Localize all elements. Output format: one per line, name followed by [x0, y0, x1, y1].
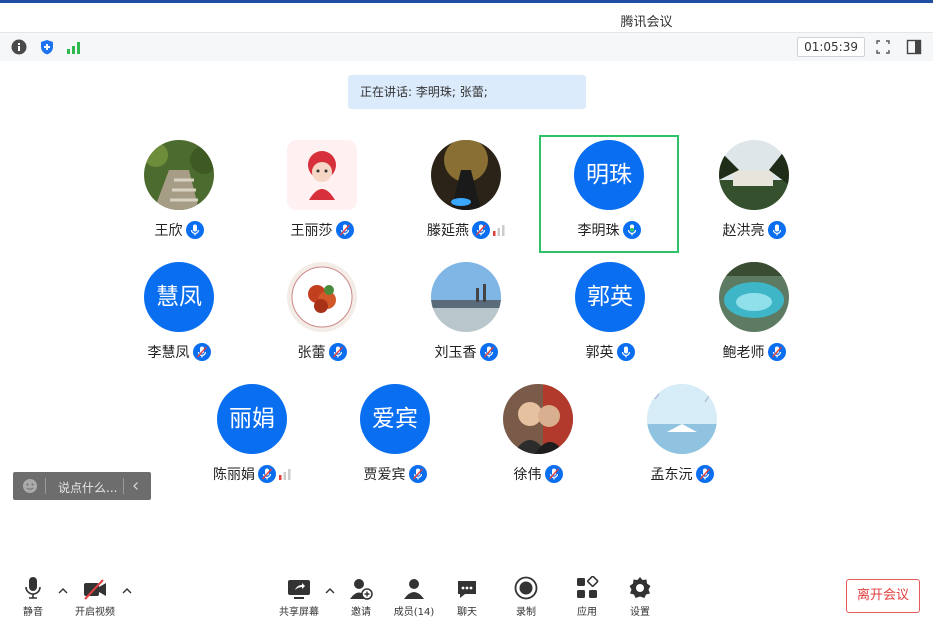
mic-speaking-icon[interactable]: [622, 221, 641, 239]
participant-name: 陈丽娟: [213, 467, 255, 483]
mic-muted-icon[interactable]: [695, 465, 714, 483]
participant-name: 徐伟: [513, 467, 542, 483]
apps-button[interactable]: 应用: [574, 576, 600, 618]
participant-tile[interactable]: 鲍老师: [684, 257, 824, 375]
mic-on-icon[interactable]: [616, 343, 635, 361]
start-video-button[interactable]: 开启视频: [72, 576, 118, 618]
mic-muted-icon[interactable]: [408, 465, 427, 483]
video-off-icon: [84, 579, 106, 600]
microphone-icon: [25, 577, 41, 599]
apps-icon: [577, 576, 599, 598]
info-icon[interactable]: [11, 39, 27, 55]
participant-tile[interactable]: 徐伟: [468, 379, 608, 497]
avatar: 郭英: [575, 262, 645, 332]
weak-signal-icon: [279, 469, 291, 480]
avatar: [144, 140, 214, 210]
avatar: [647, 384, 717, 454]
avatar: [287, 262, 357, 332]
mic-muted-icon[interactable]: [544, 465, 563, 483]
participant-tile[interactable]: 郭英 郭英: [540, 257, 680, 375]
leave-meeting-button[interactable]: 离开会议: [846, 579, 920, 613]
participant-name: 滕延燕: [427, 223, 469, 239]
mic-muted-icon[interactable]: [479, 343, 498, 361]
bottom-toolbar: 静音 开启视频 共享屏幕 邀请 成员(14) 聊天 录制 应用 设置 离开会议: [0, 566, 933, 627]
participant-tile-active[interactable]: 明珠 李明珠: [539, 135, 679, 253]
avatar: [719, 262, 789, 332]
participant-tile[interactable]: 王欣: [109, 135, 249, 253]
participant-tile[interactable]: 张蕾: [252, 257, 392, 375]
settings-button[interactable]: 设置: [627, 576, 653, 618]
shield-icon[interactable]: [39, 39, 55, 55]
chat-input-box[interactable]: 说点什么...: [13, 472, 151, 500]
avatar: [287, 140, 357, 210]
avatar: [503, 384, 573, 454]
participant-name: 刘玉香: [434, 345, 477, 361]
signal-icon[interactable]: [66, 39, 82, 55]
participant-name: 孟东沅: [650, 467, 693, 483]
chat-button[interactable]: 聊天: [454, 576, 480, 618]
invite-button[interactable]: 邀请: [346, 576, 376, 618]
avatar: [431, 140, 501, 210]
members-button[interactable]: 成员(14): [392, 576, 436, 618]
chat-icon: [458, 581, 476, 598]
mic-muted-icon[interactable]: [192, 343, 211, 361]
title-bar: 腾讯会议: [0, 3, 933, 32]
mic-muted-icon[interactable]: [472, 221, 490, 239]
participant-name: 赵洪亮: [722, 223, 765, 239]
chevron-up-icon[interactable]: [58, 586, 68, 596]
chevron-up-icon[interactable]: [122, 586, 132, 596]
mic-on-icon[interactable]: [767, 221, 786, 239]
chevron-up-icon[interactable]: [325, 586, 335, 596]
avatar: 明珠: [574, 140, 644, 210]
participant-tile[interactable]: 丽娟 陈丽娟: [182, 379, 322, 497]
sidebar-toggle-icon[interactable]: [905, 38, 923, 56]
participant-name: 鲍老师: [722, 345, 765, 361]
participant-tile[interactable]: 赵洪亮: [684, 135, 824, 253]
participant-name: 王欣: [154, 223, 183, 239]
avatar: 丽娟: [217, 384, 287, 454]
share-screen-button[interactable]: 共享屏幕: [276, 576, 322, 618]
participant-name: 李明珠: [577, 223, 620, 239]
info-bar: 01:05:39: [0, 32, 933, 62]
invite-user-icon: [350, 579, 373, 600]
record-button[interactable]: 录制: [513, 576, 539, 618]
participant-name: 贾爱宾: [363, 467, 406, 483]
participant-name: 王丽莎: [290, 223, 333, 239]
participant-tile[interactable]: 孟东沅: [612, 379, 752, 497]
participant-tile[interactable]: 滕延燕: [396, 135, 536, 253]
mic-muted-icon[interactable]: [335, 221, 354, 239]
mic-muted-icon[interactable]: [258, 465, 276, 483]
avatar: [719, 140, 789, 210]
mic-on-icon[interactable]: [185, 221, 204, 239]
record-icon: [514, 576, 538, 600]
fullscreen-icon[interactable]: [874, 38, 892, 56]
members-icon: [404, 579, 424, 599]
speaking-indicator: 正在讲话: 李明珠; 张蕾;: [348, 75, 586, 109]
gear-icon: [629, 577, 651, 598]
mute-button[interactable]: 静音: [18, 576, 48, 618]
chat-input[interactable]: 说点什么...: [58, 479, 117, 496]
participant-tile[interactable]: 爱宾 贾爱宾: [325, 379, 465, 497]
avatar: [431, 262, 501, 332]
mic-muted-icon[interactable]: [328, 343, 347, 361]
avatar: 爱宾: [360, 384, 430, 454]
chevron-left-icon[interactable]: [131, 481, 141, 491]
emoji-icon[interactable]: [22, 478, 38, 494]
participant-name: 李慧凤: [147, 345, 190, 361]
participant-name: 张蕾: [297, 345, 326, 361]
participant-name: 郭英: [585, 345, 614, 361]
participant-tile[interactable]: 慧凤 李慧凤: [109, 257, 249, 375]
meeting-timer: 01:05:39: [797, 37, 865, 57]
share-screen-icon: [288, 580, 310, 599]
window-title: 腾讯会议: [620, 15, 673, 30]
weak-signal-icon: [493, 225, 505, 236]
mic-muted-icon[interactable]: [767, 343, 786, 361]
avatar: 慧凤: [144, 262, 214, 332]
participant-tile[interactable]: 刘玉香: [396, 257, 536, 375]
participant-tile[interactable]: 王丽莎: [252, 135, 392, 253]
